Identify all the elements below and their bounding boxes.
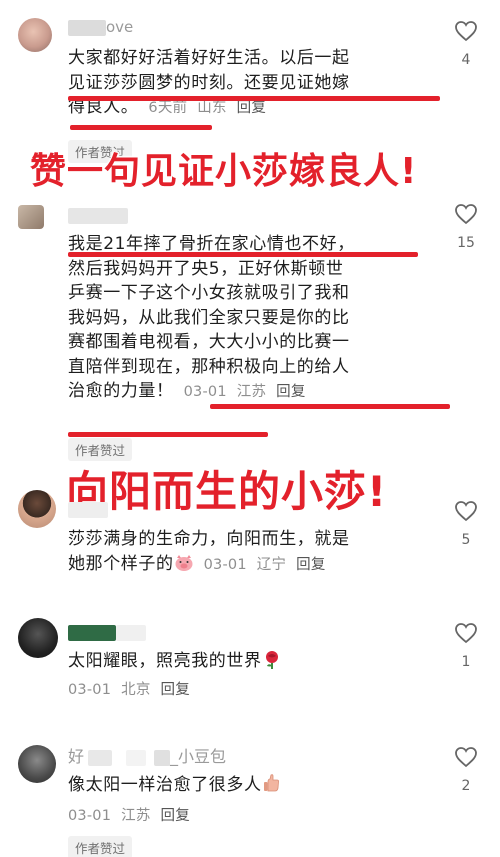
heart-outline-icon[interactable] [454,203,478,225]
hand-emoji-icon [263,774,279,792]
avatar[interactable] [18,745,56,783]
username[interactable] [68,623,146,641]
comment-line: 像太阳一样治愈了很多人 [68,775,262,795]
heart-outline-icon[interactable] [454,500,478,522]
reply-button[interactable]: 回复 [296,557,325,573]
author-liked-badge: 作者赞过 [68,836,133,857]
reply-button[interactable]: 回复 [276,384,305,400]
rose-emoji-icon [265,651,278,669]
comment-line: 她那个样子的 [68,553,174,574]
avatar[interactable] [18,490,56,528]
comment-line: 我妈妈，从此我们全家只要是你的比 [68,307,350,328]
username[interactable] [68,500,108,518]
comment-text: 我是21年摔了骨折在家心情也不好， 然后我妈妈开了央5，正好休斯顿世 乒赛一下子… [68,232,433,405]
pig-emoji-icon [175,554,193,571]
highlight-underline [68,96,440,101]
highlight-underline [210,404,450,409]
heart-outline-icon[interactable] [454,746,478,768]
comment-location: 江苏 [236,384,267,400]
comment-time: 03-01 [68,807,112,824]
comment-text: 太阳耀眼，照亮我的世界 03-01 北京 回复 [68,649,433,702]
username[interactable] [68,206,128,224]
highlight-underline [68,252,418,257]
comment-line: 乒赛一下子这个小女孩就吸引了我和 [68,283,350,303]
like-button[interactable]: 5 [448,500,484,548]
highlight-underline [68,432,268,437]
comment-line: 大家都好好活着好好生活。以后一起 [68,48,350,68]
reply-button[interactable]: 回复 [237,100,266,116]
like-button[interactable]: 1 [448,622,484,670]
comment-time: 03-01 [203,556,247,573]
comment-line: 直陪伴到现在，那种积极向上的给人 [68,356,350,377]
like-count: 1 [461,654,471,670]
highlight-underline [70,125,212,130]
comment-location: 山东 [197,100,227,116]
comment-time: 6天前 [148,100,188,116]
comment-text: 像太阳一样治愈了很多人 03-01 江苏 回复 [68,773,433,828]
avatar[interactable] [18,18,52,52]
comment-line: 治愈的力量！ [68,381,174,401]
username[interactable]: ove [68,18,133,36]
comment-location: 江苏 [121,807,151,824]
reply-button[interactable]: 回复 [161,682,190,698]
username[interactable]: 好 _小豆包 [68,743,226,767]
comment-time: 03-01 [183,384,227,400]
comment-line: 见证莎莎圆梦的时刻。还要见证她嫁 [68,72,350,93]
like-count: 2 [461,778,471,794]
comment-line: 太阳耀眼，照亮我的世界 [68,651,262,671]
heart-outline-icon[interactable] [454,20,478,42]
comment-text: 莎莎满身的生命力，向阳而生，就是 她那个样子的 03-01 辽宁 回复 [68,527,433,577]
avatar[interactable] [18,618,58,658]
comment-location: 辽宁 [256,556,287,573]
reply-button[interactable]: 回复 [161,808,190,824]
like-button[interactable]: 15 [448,203,484,251]
comment-location: 北京 [121,681,151,698]
caption-overlay: 向阳而生的小莎! [65,466,388,517]
like-count: 15 [457,235,475,251]
like-count: 4 [461,52,471,68]
comment-text: 大家都好好活着好好生活。以后一起 见证莎莎圆梦的时刻。还要见证她嫁 得良人。 6… [68,46,433,121]
avatar[interactable] [18,205,44,229]
heart-outline-icon[interactable] [454,622,478,644]
comment-line: 赛都围着电视看，大大小小的比赛一 [68,332,350,352]
comment-line: 莎莎满身的生命力，向阳而生，就是 [68,529,350,549]
like-button[interactable]: 4 [448,20,484,68]
like-button[interactable]: 2 [448,746,484,794]
caption-overlay: 赞一句见证小莎嫁良人! [29,150,418,193]
comment-line: 然后我妈妈开了央5，正好休斯顿世 [68,258,344,279]
like-count: 5 [461,532,471,548]
comment-time: 03-01 [68,681,112,698]
